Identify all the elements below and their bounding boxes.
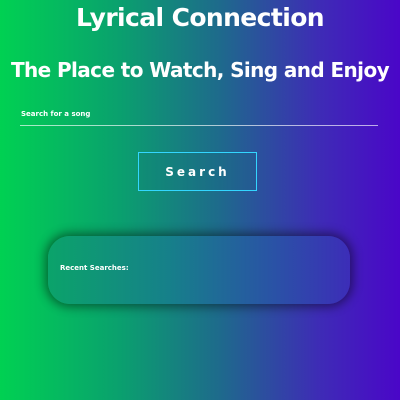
tagline: The Place to Watch, Sing and Enjoy: [10, 58, 390, 82]
page: Lyrical Connection The Place to Watch, S…: [0, 0, 400, 400]
search-input[interactable]: [20, 104, 378, 126]
recent-searches-panel: Recent Searches:: [48, 236, 350, 304]
recent-searches-title: Recent Searches:: [60, 264, 129, 272]
search-row: [20, 104, 378, 128]
app-title: Lyrical Connection: [76, 3, 325, 32]
search-button[interactable]: Search: [138, 152, 257, 191]
